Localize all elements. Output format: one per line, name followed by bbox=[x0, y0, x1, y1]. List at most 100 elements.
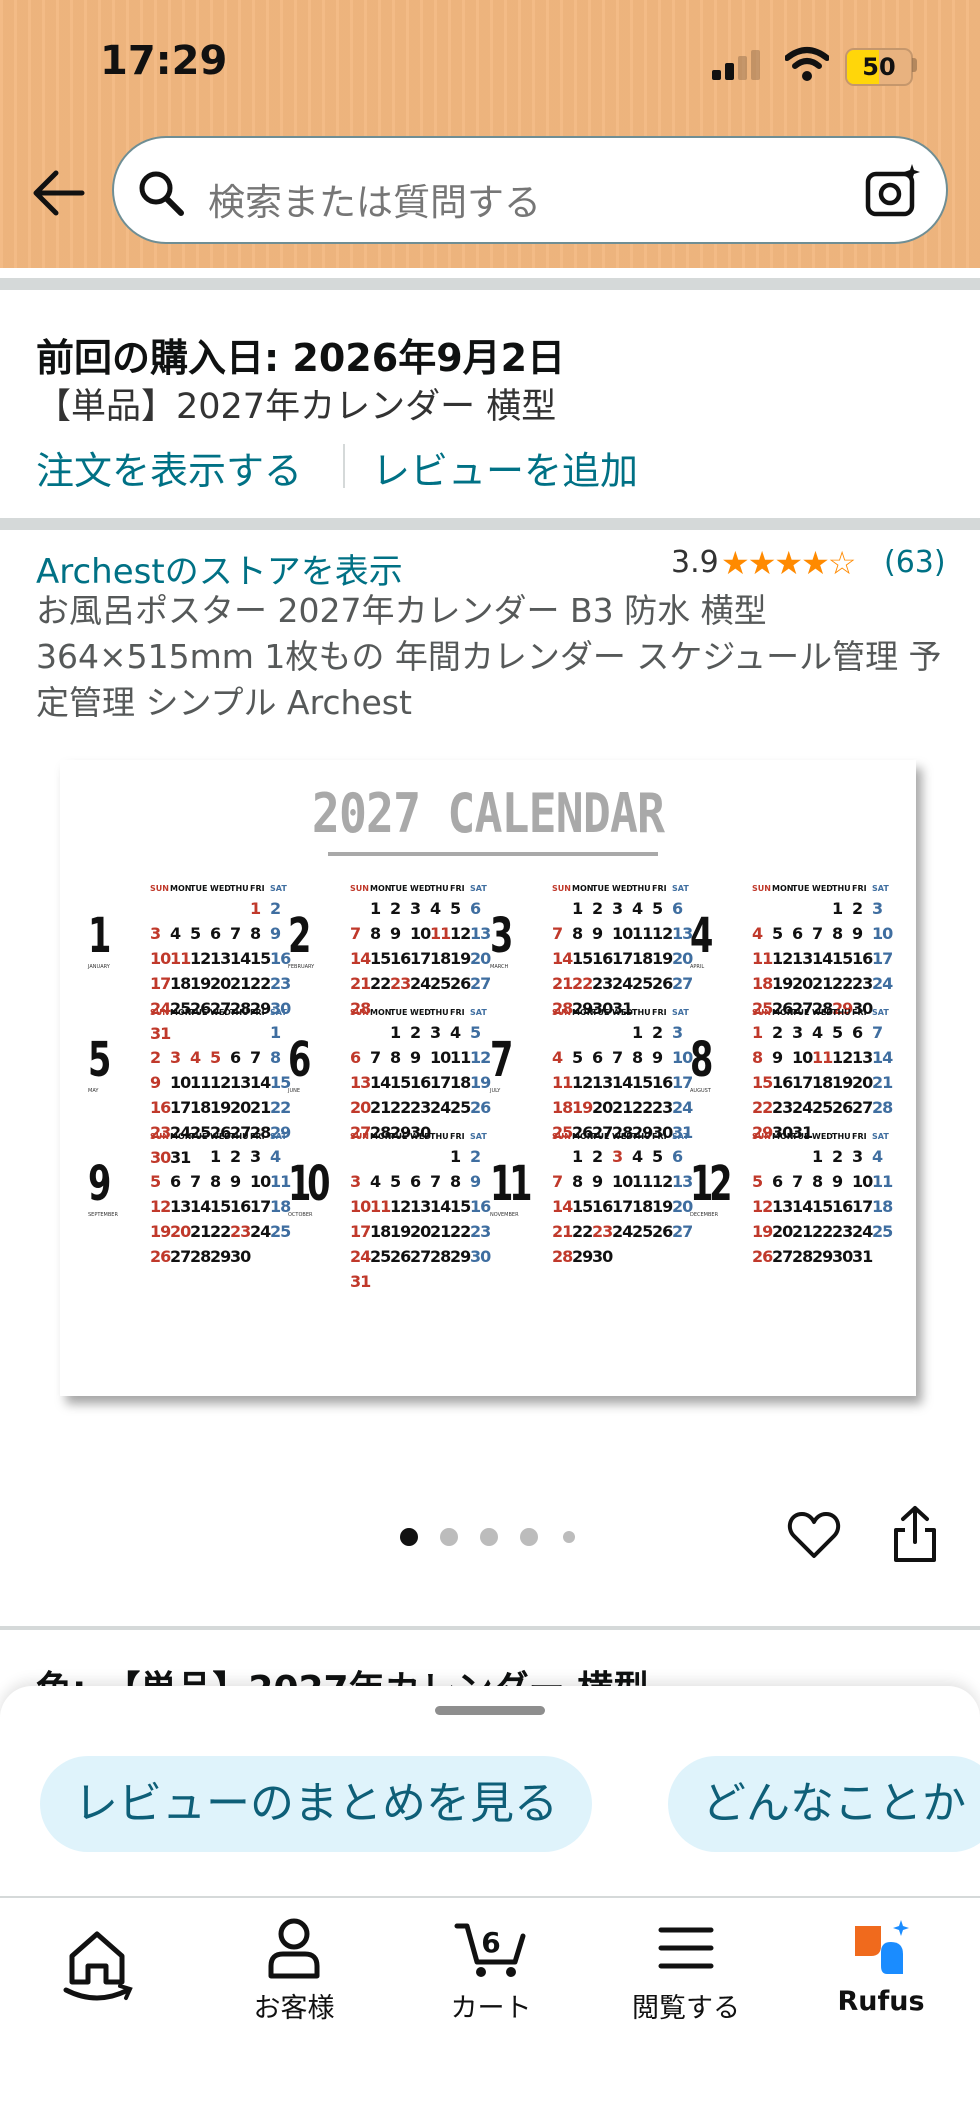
week-row: 10 11 12 13 14 15 16 bbox=[150, 946, 291, 971]
calendar-day: 4 bbox=[632, 1147, 643, 1166]
calendar-day: 8 bbox=[390, 1048, 401, 1067]
calendar-day: 3 bbox=[672, 1023, 683, 1042]
calendar-day bbox=[592, 1020, 612, 1045]
chip-review-summary[interactable]: レビューのまとめを見る bbox=[40, 1756, 592, 1852]
calendar-day: 3 bbox=[170, 1048, 181, 1067]
calendar-day: 2 bbox=[230, 1147, 241, 1166]
calendar-day bbox=[410, 1269, 430, 1294]
weekday-header: SUN MON TUE WED THU FRI SAT bbox=[552, 1132, 692, 1144]
calendar-day: 11 bbox=[370, 1197, 391, 1216]
back-arrow-icon[interactable] bbox=[30, 168, 86, 218]
chip-question[interactable]: どんなことか bbox=[668, 1756, 980, 1852]
month-number: 2 bbox=[288, 908, 311, 964]
weekday-label: SAT bbox=[470, 1008, 487, 1017]
month-day-grid: SUN MON TUE WED THU FRI SAT 1 2 3 4 5 6 7 8 9 10 11 12 13 14… bbox=[552, 1008, 693, 1145]
calendar-day: 8 bbox=[370, 924, 381, 943]
calendar-day: 16 bbox=[230, 1197, 251, 1216]
calendar-month: 10 OCTOBER SUN MON TUE WED THU FRI SAT 1 2 3 4 5 6 7 8 9 1… bbox=[288, 1132, 491, 1294]
calendar-day bbox=[612, 1244, 632, 1269]
calendar-month: 11 NOVEMBER SUN MON TUE WED THU FRI SAT 1 2 3 4 5 6 7 8 9… bbox=[490, 1132, 693, 1292]
tab-rufus[interactable]: Rufus bbox=[806, 1916, 956, 2036]
store-link[interactable]: Archestのストアを表示 bbox=[36, 544, 403, 593]
calendar-day: 11 bbox=[752, 949, 773, 968]
calendar-day: 30 bbox=[230, 1247, 251, 1266]
week-row: 1234 bbox=[752, 1144, 892, 1169]
week-row: 14 15 16 17 18 19 20 bbox=[552, 946, 693, 971]
view-order-link[interactable]: 注文を表示する bbox=[36, 440, 302, 495]
product-image[interactable]: 2027 CALENDAR 1 JANUARY SUN MON TUE WED THU FRI… bbox=[60, 760, 916, 1396]
review-count-link[interactable]: (63) bbox=[884, 545, 946, 580]
week-row: 4 5 6 7 8 9 10 bbox=[752, 921, 893, 946]
weekday-label: MON bbox=[572, 884, 594, 893]
calendar-day: 9 bbox=[230, 1172, 241, 1191]
calendar-day: 5 bbox=[210, 1048, 221, 1067]
weekday-label: SAT bbox=[672, 1008, 689, 1017]
calendar-day: 22 bbox=[632, 1098, 653, 1117]
rating-stars[interactable]: ★★★★☆ bbox=[721, 544, 856, 582]
month-day-grid: SUN MON TUE WED THU FRI SAT 1 2 3 4 5 6 7 8 9 10 11 12 13 14… bbox=[350, 884, 491, 1021]
heart-icon[interactable] bbox=[786, 1508, 842, 1564]
weekday-label: TUE bbox=[592, 1008, 610, 1017]
calendar-day: 16 bbox=[592, 949, 613, 968]
person-icon bbox=[268, 1918, 320, 1979]
battery-icon: 50 bbox=[845, 48, 913, 86]
tab-home[interactable] bbox=[22, 1916, 172, 2036]
month-name: NOVEMBER bbox=[490, 1212, 519, 1218]
tab-account[interactable]: お客様 bbox=[219, 1916, 369, 2036]
calendar-day: 6 bbox=[792, 924, 803, 943]
calendar-day: 22 bbox=[572, 974, 593, 993]
calendar-day: 12 bbox=[190, 949, 211, 968]
calendar-day: 5 bbox=[572, 1048, 583, 1067]
share-icon[interactable] bbox=[890, 1504, 940, 1564]
calendar-day: 8 bbox=[572, 924, 583, 943]
sheet-grabber[interactable] bbox=[435, 1706, 545, 1715]
carousel-dot[interactable] bbox=[440, 1528, 458, 1546]
calendar-day: 12 bbox=[210, 1073, 231, 1092]
calendar-day: 4 bbox=[370, 1172, 381, 1191]
calendar-day: 29 bbox=[450, 1247, 471, 1266]
calendar-day: 18 bbox=[370, 1222, 391, 1241]
calendar-day: 14 bbox=[230, 949, 251, 968]
month-number: 5 bbox=[88, 1032, 111, 1088]
weekday-label: SAT bbox=[470, 1132, 487, 1141]
calendar-day bbox=[792, 896, 812, 921]
carousel-dot[interactable] bbox=[520, 1528, 538, 1546]
tab-browse[interactable]: 閲覧する bbox=[611, 1916, 761, 2036]
search-input[interactable]: 検索または質問する bbox=[208, 172, 541, 226]
calendar-day: 5 bbox=[450, 899, 461, 918]
calendar-day: 12 bbox=[752, 1197, 773, 1216]
calendar-day bbox=[350, 1020, 370, 1045]
calendar-day bbox=[250, 1244, 270, 1269]
calendar-day: 4 bbox=[872, 1147, 883, 1166]
month-number: 11 bbox=[490, 1156, 533, 1212]
search-bar[interactable]: 検索または質問する bbox=[112, 136, 948, 244]
calendar-day: 5 bbox=[752, 1172, 763, 1191]
calendar-day: 4 bbox=[812, 1023, 823, 1042]
add-review-link[interactable]: レビューを追加 bbox=[372, 440, 638, 495]
weekday-header: SUN MON TUE WED THU FRI SAT bbox=[752, 884, 892, 896]
carousel-dot[interactable] bbox=[480, 1528, 498, 1546]
battery-tip bbox=[912, 58, 917, 72]
calendar-day: 11 bbox=[430, 924, 451, 943]
month-name: JULY bbox=[490, 1088, 501, 1094]
carousel-dot[interactable] bbox=[563, 1531, 575, 1543]
month-number: 10 bbox=[288, 1156, 331, 1212]
tab-cart[interactable]: 6 カート bbox=[416, 1916, 566, 2036]
calendar-day: 20 bbox=[210, 974, 231, 993]
weekday-label: SUN bbox=[150, 1008, 169, 1017]
month-day-grid: SUN MON TUE WED THU FRI SAT 1 2 3 4 5 6 7 8 9 10 11 12 13 14… bbox=[350, 1132, 491, 1294]
camera-lens-icon[interactable] bbox=[862, 160, 924, 222]
calendar-day: 13 bbox=[410, 1197, 431, 1216]
carousel-dot[interactable] bbox=[400, 1528, 418, 1546]
calendar-day: 13 bbox=[592, 1073, 613, 1092]
calendar-day: 15 bbox=[572, 949, 593, 968]
month-number: 3 bbox=[490, 908, 513, 964]
weekday-header: SUN MON TUE WED THU FRI SAT bbox=[350, 1132, 490, 1144]
calendar-day: 11 bbox=[270, 1172, 291, 1191]
week-row: 3456789 bbox=[350, 1169, 490, 1194]
weekday-label: TUE bbox=[792, 1008, 810, 1017]
week-row: 12 13 14 15 16 17 18 bbox=[752, 1194, 893, 1219]
calendar-day: 21 bbox=[430, 1222, 451, 1241]
weekday-label: SUN bbox=[552, 1132, 571, 1141]
weekday-label: SUN bbox=[552, 1008, 571, 1017]
